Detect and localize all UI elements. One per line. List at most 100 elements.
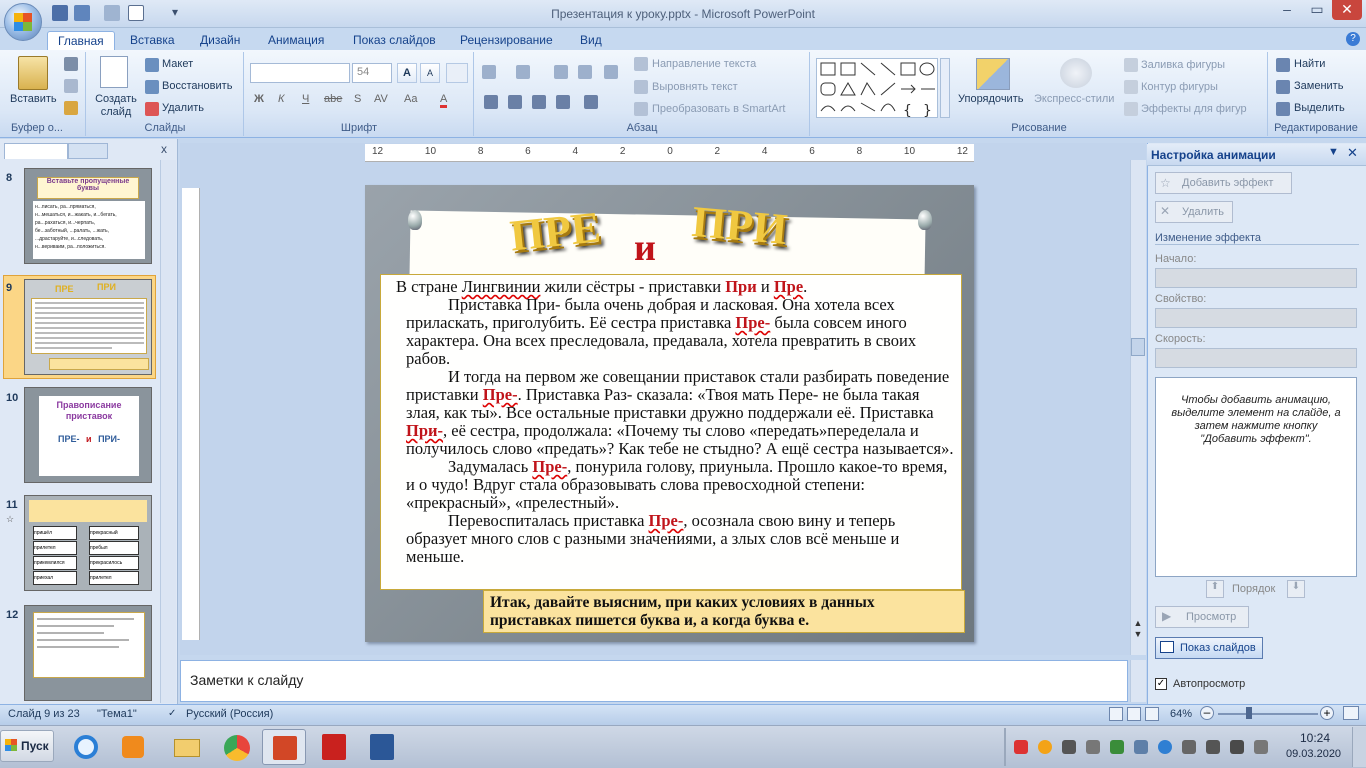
slideshow-view-icon[interactable] xyxy=(1145,707,1159,721)
tray-device-icon[interactable] xyxy=(1086,740,1100,754)
move-down-icon[interactable]: ⬇ xyxy=(1287,580,1305,598)
clear-format-icon[interactable] xyxy=(446,63,468,83)
language-indicator[interactable]: Русский (Россия) xyxy=(186,708,273,720)
zoom-out-icon[interactable]: – xyxy=(1200,706,1214,720)
line-spacing-icon[interactable] xyxy=(604,65,618,79)
decrease-indent-icon[interactable] xyxy=(554,65,568,79)
add-effect-button[interactable]: Добавить эффект xyxy=(1155,172,1292,194)
autopreview-checkbox[interactable]: ✓ xyxy=(1155,678,1167,690)
fit-to-window-icon[interactable] xyxy=(1343,706,1359,720)
help-icon[interactable]: ? xyxy=(1346,32,1360,46)
tab-animation[interactable]: Анимация xyxy=(258,31,334,51)
conclusion-box[interactable]: Итак, давайте выясним, при каких условия… xyxy=(483,590,965,633)
paste-button[interactable]: Вставить xyxy=(10,93,57,105)
tab-slideshow[interactable]: Показ слайдов xyxy=(343,31,446,51)
file-explorer-icon[interactable] xyxy=(164,729,208,765)
tray-network-icon[interactable] xyxy=(1062,740,1076,754)
shape-outline-button[interactable]: Контур фигуры xyxy=(1141,81,1218,93)
tab-view[interactable]: Вид xyxy=(570,31,612,51)
tray-usb-icon[interactable] xyxy=(1182,740,1196,754)
bullets-icon[interactable] xyxy=(482,65,496,79)
pane-close-icon[interactable]: ✕ xyxy=(1347,145,1358,161)
quick-styles-button[interactable]: Экспресс-стили xyxy=(1034,93,1114,105)
tray-antivirus-icon[interactable] xyxy=(1014,740,1028,754)
speed-combo[interactable] xyxy=(1155,348,1357,368)
find-button[interactable]: Найти xyxy=(1294,58,1325,70)
show-desktop-button[interactable] xyxy=(1352,727,1366,767)
new-slide-button[interactable]: Создать слайд xyxy=(94,93,138,119)
strikethrough-button[interactable]: abe xyxy=(324,93,342,105)
slide-vertical-scrollbar[interactable] xyxy=(1130,160,1146,655)
scroll-thumb[interactable] xyxy=(1131,338,1145,356)
slide-thumbnail-8[interactable]: Вставьте пропущенные буквы н...писать, р… xyxy=(24,168,152,264)
close-button[interactable]: ✕ xyxy=(1332,0,1362,20)
tray-update-icon[interactable] xyxy=(1038,740,1052,754)
zoom-slider-thumb[interactable] xyxy=(1246,707,1252,719)
align-left-icon[interactable] xyxy=(484,95,498,109)
tray-sound-icon[interactable] xyxy=(1206,740,1220,754)
bold-button[interactable]: Ж xyxy=(254,93,264,105)
slide-thumbnail-11[interactable]: пришёл прилетел прикемлился приехал прек… xyxy=(24,495,152,591)
zoom-slider[interactable] xyxy=(1218,713,1318,715)
align-right-icon[interactable] xyxy=(532,95,546,109)
columns-icon[interactable] xyxy=(584,95,598,109)
increase-indent-icon[interactable] xyxy=(578,65,592,79)
restore-button[interactable]: ▭ xyxy=(1302,0,1332,20)
change-case-button[interactable]: Aa xyxy=(404,93,417,105)
font-size-combo[interactable]: 54 xyxy=(352,63,392,83)
shadow-button[interactable]: S xyxy=(354,93,361,105)
italic-button[interactable]: К xyxy=(278,93,284,105)
notes-scrollbar[interactable] xyxy=(1130,660,1146,702)
tray-security-icon[interactable] xyxy=(1110,740,1124,754)
media-player-icon[interactable] xyxy=(110,729,154,765)
pdf-reader-icon[interactable] xyxy=(312,729,356,765)
minimize-button[interactable]: – xyxy=(1272,0,1302,20)
shapes-gallery[interactable]: { } xyxy=(816,58,938,119)
wordart-and[interactable]: и xyxy=(634,226,656,270)
shape-effects-button[interactable]: Эффекты для фигур xyxy=(1141,103,1247,115)
tab-review[interactable]: Рецензирование xyxy=(450,31,563,51)
align-center-icon[interactable] xyxy=(508,95,522,109)
clock-date[interactable]: 09.03.2020 xyxy=(1286,748,1341,760)
shrink-font-button[interactable]: A xyxy=(420,63,440,83)
office-button[interactable] xyxy=(4,3,42,41)
tray-keyboard-icon[interactable] xyxy=(1254,740,1268,754)
font-color-button[interactable]: A xyxy=(440,93,448,108)
slide-thumbnail-10[interactable]: Правописание приставок ПРЕ- и ПРИ- xyxy=(24,387,152,483)
reset-button[interactable]: Восстановить xyxy=(162,80,232,92)
zoom-in-icon[interactable]: + xyxy=(1320,706,1334,720)
zoom-level[interactable]: 64% xyxy=(1170,708,1192,720)
underline-button[interactable]: Ч xyxy=(302,93,309,105)
powerpoint-icon[interactable] xyxy=(262,729,306,765)
slides-panel-scrollbar[interactable] xyxy=(160,160,176,703)
tab-design[interactable]: Дизайн xyxy=(190,31,250,51)
normal-view-icon[interactable] xyxy=(1109,707,1123,721)
numbering-icon[interactable] xyxy=(516,65,530,79)
tab-slides-thumbnails[interactable] xyxy=(4,143,68,159)
paste-icon[interactable] xyxy=(18,56,48,90)
pane-menu-icon[interactable]: ▼ xyxy=(1328,146,1339,158)
prev-next-slide-icon[interactable]: ▲ ▼ xyxy=(1131,618,1145,652)
wordart-pri[interactable]: ПРИ xyxy=(690,196,789,255)
copy-icon[interactable] xyxy=(64,79,78,93)
tray-sync-icon[interactable] xyxy=(1134,740,1148,754)
property-combo[interactable] xyxy=(1155,308,1357,328)
replace-button[interactable]: Заменить xyxy=(1294,80,1343,92)
slide-thumbnail-9[interactable]: ПРЕ ПРИ xyxy=(24,279,152,375)
tray-signal-icon[interactable] xyxy=(1230,740,1244,754)
internet-explorer-icon[interactable] xyxy=(64,729,108,765)
slide-thumbnail-12[interactable] xyxy=(24,605,152,701)
format-painter-icon[interactable] xyxy=(64,101,78,115)
close-panel-icon[interactable]: x xyxy=(161,142,167,156)
justify-icon[interactable] xyxy=(556,95,570,109)
convert-smartart-button[interactable]: Преобразовать в SmartArt xyxy=(652,103,785,115)
move-up-icon[interactable]: ⬆ xyxy=(1206,580,1224,598)
grow-font-button[interactable]: A xyxy=(397,63,417,83)
tray-upload-icon[interactable] xyxy=(1158,740,1172,754)
arrange-button[interactable]: Упорядочить xyxy=(958,93,1023,105)
cut-icon[interactable] xyxy=(64,57,78,71)
tab-outline[interactable] xyxy=(68,143,108,159)
shape-fill-button[interactable]: Заливка фигуры xyxy=(1141,59,1225,71)
layout-button[interactable]: Макет xyxy=(162,58,193,70)
spellcheck-icon[interactable]: ✓ xyxy=(168,708,176,719)
